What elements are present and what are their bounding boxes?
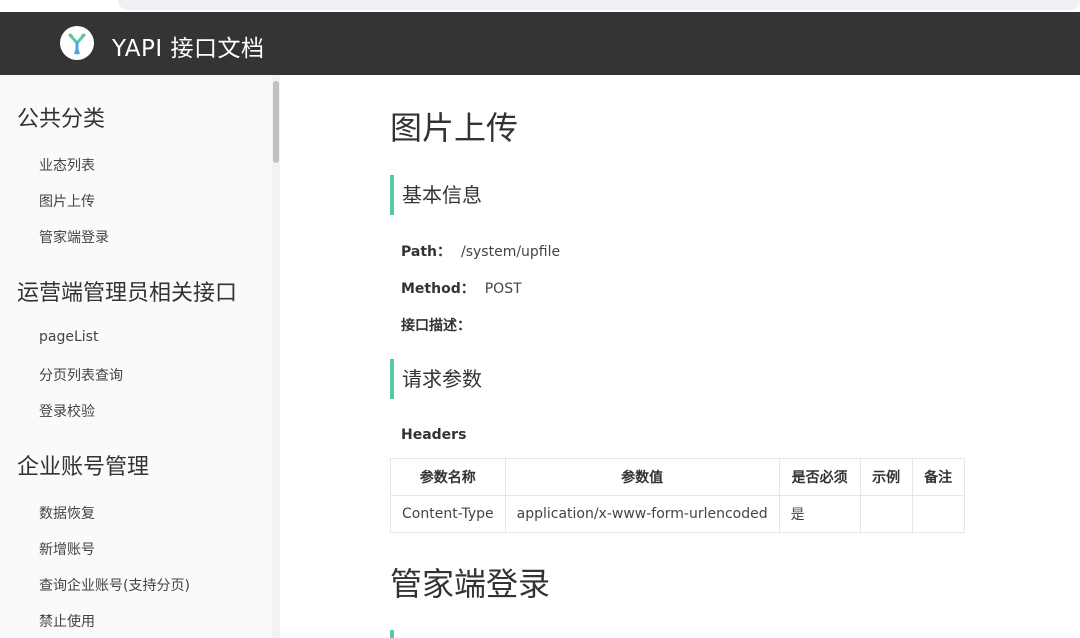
- headers-label: Headers: [401, 427, 467, 443]
- basic-info-heading: 基本信息: [390, 175, 482, 215]
- column-header-example: 示例: [859, 458, 913, 496]
- sidebar-item-image-upload[interactable]: 图片上传: [39, 191, 95, 211]
- sidebar-item-login-verify[interactable]: 登录校验: [39, 401, 95, 421]
- path-label: Path：: [401, 244, 451, 260]
- column-header-remark: 备注: [911, 458, 965, 496]
- column-header-param-name: 参数名称: [390, 458, 506, 496]
- cell-example: [859, 495, 913, 533]
- table-header-row: 参数名称 参数值 是否必须 示例 备注: [390, 458, 965, 496]
- path-row: Path： /system/upfile: [401, 241, 560, 261]
- sidebar-category-enterprise-account[interactable]: 企业账号管理: [17, 449, 149, 481]
- method-value: POST: [484, 281, 522, 297]
- app-title: YAPI 接口文档: [112, 36, 265, 62]
- description-row: 接口描述：: [401, 315, 481, 335]
- table-row: Content-Type application/x-www-form-urle…: [390, 495, 965, 533]
- sidebar-item-pagelist[interactable]: pageList: [39, 329, 98, 345]
- main-content: 图片上传 基本信息 Path： /system/upfile Method： POS…: [280, 75, 1080, 638]
- sidebar-item-query-account[interactable]: 查询企业账号(支持分页): [39, 575, 190, 595]
- yapi-logo-icon: [60, 26, 94, 60]
- method-row: Method： POST: [401, 278, 522, 298]
- sidebar: 公共分类 业态列表 图片上传 管家端登录 运营端管理员相关接口 pageList…: [0, 75, 272, 638]
- headers-table: 参数名称 参数值 是否必须 示例 备注 Content-Type applica…: [390, 458, 965, 533]
- sidebar-item-add-account[interactable]: 新增账号: [39, 539, 95, 559]
- request-params-heading: 请求参数: [390, 359, 482, 399]
- sidebar-category-public[interactable]: 公共分类: [17, 101, 105, 133]
- top-header: YAPI 接口文档: [0, 12, 1080, 75]
- cell-required: 是: [778, 495, 861, 533]
- cell-param-name: Content-Type: [390, 495, 506, 533]
- column-header-param-value: 参数值: [504, 458, 780, 496]
- sidebar-scrollbar[interactable]: [272, 75, 280, 638]
- sidebar-category-ops-admin[interactable]: 运营端管理员相关接口: [17, 275, 237, 307]
- description-label: 接口描述：: [401, 318, 471, 334]
- sidebar-scrollbar-thumb[interactable]: [273, 81, 279, 163]
- api-title: 图片上传: [390, 109, 519, 147]
- path-value: /system/upfile: [461, 244, 561, 260]
- sidebar-item-disable[interactable]: 禁止使用: [39, 611, 95, 631]
- sidebar-item-data-restore[interactable]: 数据恢复: [39, 503, 95, 523]
- next-section-accent: [390, 630, 394, 638]
- cell-remark: [911, 495, 965, 533]
- next-api-title: 管家端登录: [390, 565, 551, 603]
- sidebar-item-business-list[interactable]: 业态列表: [39, 155, 95, 175]
- sidebar-item-butler-login[interactable]: 管家端登录: [39, 227, 109, 247]
- method-label: Method：: [401, 281, 475, 297]
- column-header-required: 是否必须: [778, 458, 861, 496]
- browser-chrome: [0, 0, 1080, 12]
- address-bar[interactable]: [118, 0, 1080, 10]
- sidebar-item-paged-query[interactable]: 分页列表查询: [39, 365, 123, 385]
- cell-param-value: application/x-www-form-urlencoded: [504, 495, 780, 533]
